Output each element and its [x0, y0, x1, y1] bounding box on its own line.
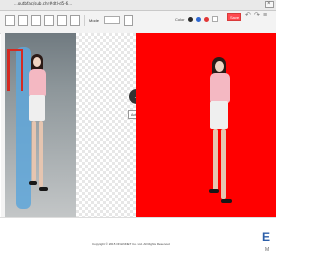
address-url[interactable]: ...outbfac/sub.chr#dtl-d5-6... — [14, 1, 72, 7]
color-picker-button[interactable] — [212, 16, 218, 22]
source-canvas[interactable] — [5, 33, 76, 217]
source-person-image — [19, 47, 59, 217]
result-canvas[interactable] — [136, 33, 276, 217]
save-label: Save — [230, 15, 240, 20]
footer-divider — [0, 217, 276, 218]
result-person-image — [198, 53, 242, 217]
menu-icon[interactable]: ≡ — [263, 11, 267, 21]
select-tool-button[interactable] — [5, 15, 15, 26]
brush-tool-button[interactable] — [18, 15, 28, 26]
zoom-in-button[interactable] — [44, 15, 54, 26]
save-button[interactable]: Save — [227, 13, 241, 21]
color-label: Color — [175, 17, 185, 22]
color-black-swatch[interactable] — [188, 17, 193, 22]
mask-tool-button[interactable] — [124, 15, 133, 26]
fit-button[interactable] — [70, 15, 80, 26]
copyright-text: Copyright © 2015 ONLINNET Co. Ltd. All R… — [92, 242, 170, 246]
close-icon: × — [267, 1, 271, 7]
color-red-swatch[interactable] — [204, 17, 209, 22]
mode-select[interactable] — [104, 16, 120, 24]
brand-logo: E — [262, 230, 271, 244]
toolbar-separator — [84, 15, 85, 26]
color-blue-swatch[interactable] — [196, 17, 201, 22]
editor-toolbar: Mode Color Save ↶ ↷ ≡ — [0, 11, 276, 34]
mode-label: Mode — [89, 18, 100, 23]
brand-sub: M — [265, 247, 270, 253]
close-button[interactable]: × — [265, 1, 274, 8]
eraser-tool-button[interactable] — [31, 15, 41, 26]
transparent-preview-area — [76, 33, 136, 217]
browser-address-bar: ...outbfac/sub.chr#dtl-d5-6... × — [0, 0, 276, 11]
undo-icon[interactable]: ↶ — [245, 11, 251, 21]
redo-icon[interactable]: ↷ — [254, 11, 260, 21]
zoom-out-button[interactable] — [57, 15, 67, 26]
